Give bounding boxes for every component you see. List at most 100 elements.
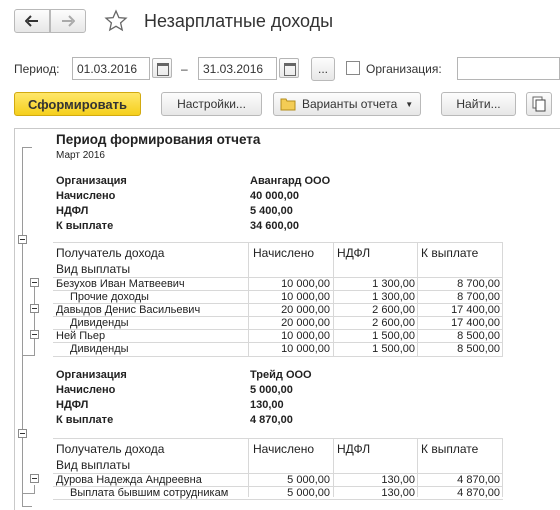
settings-button[interactable]: Настройки... <box>161 92 262 116</box>
accrued-label: Начислено <box>56 190 116 202</box>
payout-label: К выплате <box>56 414 114 426</box>
chevron-down-icon: ▼ <box>405 99 414 109</box>
collapse-row-icon[interactable] <box>30 278 39 287</box>
table-cell-ndfl: 130,00 <box>381 474 415 486</box>
table-rule <box>502 438 503 497</box>
table-cell-payout: 8 700,00 <box>457 278 500 290</box>
table-cell-accrued: 20 000,00 <box>281 317 330 329</box>
table-cell-ndfl: 1 300,00 <box>372 291 415 303</box>
table-row-name: Давыдов Денис Васильевич <box>56 304 201 316</box>
collapse-group-icon[interactable] <box>18 235 27 244</box>
table-cell-ndfl: 130,00 <box>381 487 415 499</box>
period-from-field[interactable]: 01.03.2016 <box>72 57 150 80</box>
ndfl-label: НДФЛ <box>56 399 89 411</box>
table-cell-payout: 4 870,00 <box>457 474 500 486</box>
tree-branch <box>22 506 32 507</box>
org-label: Организация <box>56 369 127 381</box>
table-cell-ndfl: 2 600,00 <box>372 304 415 316</box>
calendar-from-icon[interactable] <box>152 58 172 78</box>
copy-button[interactable] <box>526 92 552 116</box>
table-rule <box>53 242 503 243</box>
col-accrued: Начислено <box>253 246 315 260</box>
select-period-button[interactable]: ... <box>311 57 335 81</box>
table-cell-accrued: 20 000,00 <box>281 304 330 316</box>
org-name: Авангард ООО <box>250 175 331 187</box>
organization-field[interactable] <box>457 57 560 80</box>
table-cell-payout: 4 870,00 <box>457 487 500 499</box>
table-row-name: Выплата бывшим сотрудникам <box>70 487 229 499</box>
table-cell-payout: 8 500,00 <box>457 343 500 355</box>
report-variants-button[interactable]: Варианты отчета ▼ <box>273 92 421 116</box>
table-cell-accrued: 10 000,00 <box>281 330 330 342</box>
table-cell-ndfl: 1 500,00 <box>372 330 415 342</box>
tree-branch <box>22 355 35 356</box>
col-ndfl: НДФЛ <box>337 246 371 260</box>
organization-checkbox[interactable] <box>346 61 360 75</box>
table-cell-ndfl: 1 300,00 <box>372 278 415 290</box>
period-label: Период: <box>14 62 60 76</box>
ndfl-total: 5 400,00 <box>250 205 293 217</box>
accrued-label: Начислено <box>56 384 116 396</box>
collapse-row-icon[interactable] <box>30 330 39 339</box>
table-cell-ndfl: 2 600,00 <box>372 317 415 329</box>
tree-branch <box>22 147 32 148</box>
copy-icon <box>532 96 546 112</box>
col-payment-type: Вид выплаты <box>56 458 131 472</box>
folder-icon <box>280 98 296 111</box>
calendar-to-icon[interactable] <box>279 58 299 78</box>
table-cell-payout: 17 400,00 <box>451 317 500 329</box>
table-cell-payout: 8 500,00 <box>457 330 500 342</box>
arrow-left-icon <box>25 15 38 27</box>
tree-branch <box>22 493 35 494</box>
collapse-group-icon[interactable] <box>18 429 27 438</box>
col-recipient: Получатель дохода <box>56 442 165 456</box>
table-rule <box>502 242 503 357</box>
col-ndfl: НДФЛ <box>337 442 371 456</box>
favorite-star-icon[interactable] <box>104 9 128 33</box>
table-rule <box>53 438 503 439</box>
generate-button[interactable]: Сформировать <box>14 92 141 116</box>
find-button[interactable]: Найти... <box>441 92 516 116</box>
accrued-total: 40 000,00 <box>250 190 299 202</box>
org-label: Организация <box>56 175 127 187</box>
forward-button[interactable] <box>50 9 86 33</box>
page-title: Незарплатные доходы <box>144 11 334 31</box>
table-row-name: Дурова Надежда Андреевна <box>56 474 202 486</box>
table-cell-accrued: 10 000,00 <box>281 278 330 290</box>
report-heading: Период формирования отчета <box>56 132 261 147</box>
table-cell-ndfl: 1 500,00 <box>372 343 415 355</box>
table-cell-payout: 17 400,00 <box>451 304 500 316</box>
tree-line <box>34 279 35 356</box>
table-row-name: Прочие доходы <box>70 291 149 303</box>
table-cell-accrued: 10 000,00 <box>281 291 330 303</box>
col-recipient: Получатель дохода <box>56 246 165 260</box>
table-cell-accrued: 5 000,00 <box>287 487 330 499</box>
table-rule <box>53 356 503 357</box>
ndfl-label: НДФЛ <box>56 205 89 217</box>
collapse-row-icon[interactable] <box>30 474 39 483</box>
period-to-field[interactable]: 31.03.2016 <box>198 57 277 80</box>
arrow-right-icon <box>62 15 75 27</box>
collapse-row-icon[interactable] <box>30 304 39 313</box>
payout-label: К выплате <box>56 220 114 232</box>
payout-total: 34 600,00 <box>250 220 299 232</box>
table-cell-payout: 8 700,00 <box>457 291 500 303</box>
org-name: Трейд ООО <box>250 369 312 381</box>
table-rule <box>53 499 503 500</box>
report-variants-label: Варианты отчета <box>302 97 398 111</box>
organization-label: Организация: <box>366 62 442 76</box>
accrued-total: 5 000,00 <box>250 384 293 396</box>
report-area: Период формирования отчета Март 2016 Орг… <box>14 128 560 510</box>
period-dash: – <box>181 62 188 76</box>
table-row-name: Ней Пьер <box>56 330 106 342</box>
col-payout: К выплате <box>421 246 479 260</box>
table-row-name: Дивиденды <box>70 317 129 329</box>
col-accrued: Начислено <box>253 442 315 456</box>
table-cell-accrued: 10 000,00 <box>281 343 330 355</box>
report-period: Март 2016 <box>56 150 105 161</box>
tree-line <box>22 244 23 356</box>
table-row-name: Безухов Иван Матвеевич <box>56 278 185 290</box>
ndfl-total: 130,00 <box>250 399 284 411</box>
back-button[interactable] <box>14 9 50 33</box>
col-payout: К выплате <box>421 442 479 456</box>
